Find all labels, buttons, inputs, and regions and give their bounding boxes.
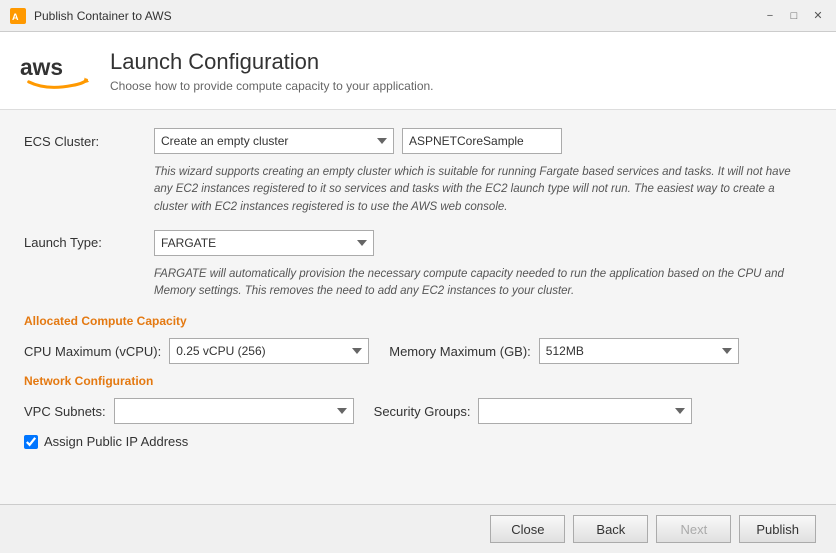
cpu-item: CPU Maximum (vCPU): 0.25 vCPU (256) (24, 338, 369, 364)
publish-button[interactable]: Publish (739, 515, 816, 543)
ecs-cluster-row: ECS Cluster: Create an empty cluster (24, 128, 812, 154)
assign-ip-checkbox[interactable] (24, 435, 38, 449)
maximize-button[interactable]: □ (786, 8, 802, 24)
cluster-info-text: This wizard supports creating an empty c… (154, 164, 794, 216)
sg-select[interactable] (478, 398, 692, 424)
vpc-item: VPC Subnets: (24, 398, 354, 424)
assign-ip-row: Assign Public IP Address (24, 434, 812, 449)
aws-logo: aws (20, 48, 90, 93)
close-button[interactable]: Close (490, 515, 565, 543)
cluster-select[interactable]: Create an empty cluster (154, 128, 394, 154)
assign-ip-label[interactable]: Assign Public IP Address (44, 434, 188, 449)
close-window-button[interactable]: ✕ (810, 8, 826, 24)
launch-type-control: FARGATE (154, 230, 374, 256)
header-text: Launch Configuration Choose how to provi… (110, 49, 434, 93)
sg-label: Security Groups: (374, 404, 471, 419)
titlebar-title: Publish Container to AWS (34, 9, 172, 23)
ecs-cluster-controls: Create an empty cluster (154, 128, 812, 154)
memory-label: Memory Maximum (GB): (389, 344, 531, 359)
titlebar-controls: − □ ✕ (762, 8, 826, 24)
fargate-info-text: FARGATE will automatically provision the… (154, 266, 794, 301)
content-area: ECS Cluster: Create an empty cluster Thi… (0, 110, 836, 504)
launch-type-select[interactable]: FARGATE (154, 230, 374, 256)
launch-type-row: Launch Type: FARGATE (24, 230, 812, 256)
vpc-sg-row: VPC Subnets: Security Groups: (24, 398, 812, 424)
svg-text:aws: aws (20, 54, 63, 80)
cluster-name-input[interactable] (402, 128, 562, 154)
header-title: Launch Configuration (110, 49, 434, 75)
header-subtitle: Choose how to provide compute capacity t… (110, 79, 434, 93)
allocated-section-title: Allocated Compute Capacity (24, 314, 812, 328)
cpu-select[interactable]: 0.25 vCPU (256) (169, 338, 369, 364)
network-section-title: Network Configuration (24, 374, 812, 388)
next-button[interactable]: Next (656, 515, 731, 543)
svg-text:A: A (12, 12, 19, 22)
ecs-cluster-label: ECS Cluster: (24, 134, 154, 149)
sg-item: Security Groups: (374, 398, 693, 424)
minimize-button[interactable]: − (762, 8, 778, 24)
cpu-memory-row: CPU Maximum (vCPU): 0.25 vCPU (256) Memo… (24, 338, 812, 364)
vpc-select[interactable] (114, 398, 354, 424)
main-window: aws Launch Configuration Choose how to p… (0, 32, 836, 553)
titlebar: A Publish Container to AWS − □ ✕ (0, 0, 836, 32)
vpc-label: VPC Subnets: (24, 404, 106, 419)
back-button[interactable]: Back (573, 515, 648, 543)
memory-select[interactable]: 512MB (539, 338, 739, 364)
footer: Close Back Next Publish (0, 504, 836, 553)
cpu-label: CPU Maximum (vCPU): (24, 344, 161, 359)
titlebar-icon: A (10, 8, 26, 24)
launch-type-label: Launch Type: (24, 235, 154, 250)
header: aws Launch Configuration Choose how to p… (0, 32, 836, 110)
memory-item: Memory Maximum (GB): 512MB (389, 338, 739, 364)
